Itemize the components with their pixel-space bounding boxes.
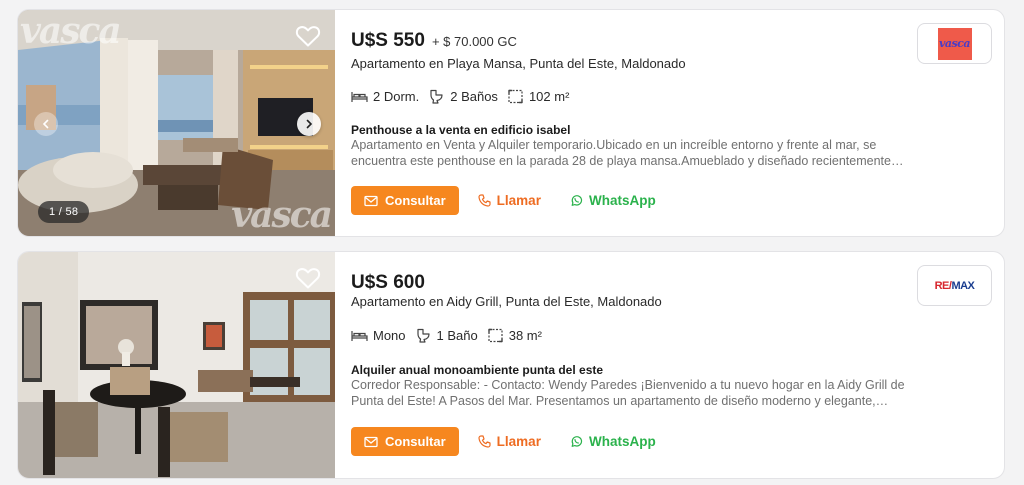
listing-card[interactable]: U$S 600 Apartamento en Aidy Grill, Punta… [17, 251, 1005, 479]
listing-photo[interactable] [18, 252, 335, 478]
whatsapp-button[interactable]: WhatsApp [570, 193, 656, 208]
heart-outline-icon[interactable] [295, 266, 321, 290]
consult-button[interactable]: Consultar [351, 427, 459, 456]
vasca-watermark: vasca [20, 10, 122, 52]
call-label: Llamar [496, 434, 541, 449]
vasca-logo-text: vasca [938, 37, 971, 50]
whatsapp-icon [571, 436, 583, 447]
remax-logo-part2: MAX [951, 279, 975, 292]
listing-photo[interactable]: vasca vasca 1 / 58 [18, 10, 335, 236]
listing-headline: Penthouse a la venta en edificio isabel [351, 123, 571, 137]
photo-counter: 1 / 58 [38, 201, 90, 223]
bed-icon [351, 92, 368, 102]
price-line: U$S 600 [351, 272, 425, 294]
consult-label: Consultar [385, 193, 446, 208]
dining-room-photo [18, 252, 335, 478]
listing-features: 2 Dorm. 2 Baños 102 m² [351, 89, 578, 104]
rooms-label: 2 Dorm. [373, 89, 420, 104]
whatsapp-label: WhatsApp [588, 193, 656, 208]
area-label: 102 m² [528, 89, 570, 104]
price: U$S 600 [351, 272, 425, 293]
vasca-logo: vasca [937, 27, 972, 60]
mail-icon [364, 195, 378, 206]
listing-description: Corredor Responsable: - Contacto: Wendy … [351, 378, 905, 408]
baths-label: 2 Baños [450, 89, 498, 104]
agency-logo[interactable]: RE/MAX [917, 265, 992, 306]
listing-address: Apartamento en Playa Mansa, Punta del Es… [351, 56, 686, 71]
chevron-right-icon[interactable] [297, 112, 321, 136]
common-expenses: + $ 70.000 GC [431, 34, 517, 49]
chevron-left-icon[interactable] [34, 112, 58, 136]
consult-label: Consultar [385, 434, 446, 449]
vasca-watermark: vasca [231, 194, 333, 236]
phone-icon [478, 435, 491, 448]
whatsapp-button[interactable]: WhatsApp [570, 434, 656, 449]
area-label: 38 m² [508, 328, 542, 343]
call-button[interactable]: Llamar [478, 434, 541, 449]
area-feature: 38 m² [487, 328, 542, 343]
whatsapp-icon [571, 195, 583, 206]
rooms-feature: 2 Dorm. [351, 89, 419, 104]
area-icon [488, 328, 503, 343]
toilet-icon [430, 89, 443, 104]
baths-feature: 1 Baño [415, 328, 478, 343]
call-label: Llamar [496, 193, 541, 208]
listing-address: Apartamento en Aidy Grill, Punta del Est… [351, 294, 662, 309]
rooms-label: Mono [373, 328, 406, 343]
listing-headline: Alquiler anual monoambiente punta del es… [351, 363, 604, 377]
price: U$S 550 [351, 30, 425, 51]
listing-description: Apartamento en Venta y Alquiler temporar… [351, 138, 904, 168]
baths-label: 1 Baño [436, 328, 478, 343]
mail-icon [364, 436, 378, 447]
call-button[interactable]: Llamar [478, 193, 541, 208]
rooms-feature: Mono [351, 328, 406, 343]
area-feature: 102 m² [507, 89, 569, 104]
price-line: U$S 550 + $ 70.000 GC [351, 30, 517, 52]
remax-logo-part1: RE/ [934, 279, 952, 292]
consult-button[interactable]: Consultar [351, 186, 459, 215]
listing-actions: Consultar Llamar WhatsApp [351, 186, 656, 215]
listing-card[interactable]: vasca vasca 1 / 58 U$S 550 + $ 70.000 GC… [17, 9, 1005, 237]
listing-info: U$S 600 Apartamento en Aidy Grill, Punta… [351, 252, 1004, 478]
agency-logo[interactable]: vasca [917, 23, 992, 64]
remax-logo: RE/MAX [935, 280, 975, 292]
area-icon [508, 89, 523, 104]
bed-icon [351, 331, 368, 341]
whatsapp-label: WhatsApp [588, 434, 656, 449]
heart-outline-icon[interactable] [295, 24, 321, 48]
phone-icon [478, 194, 491, 207]
listing-actions: Consultar Llamar WhatsApp [351, 427, 656, 456]
toilet-icon [416, 328, 430, 343]
listing-features: Mono 1 Baño 38 m² [351, 328, 551, 343]
listing-info: U$S 550 + $ 70.000 GC Apartamento en Pla… [351, 10, 1004, 236]
baths-feature: 2 Baños [428, 89, 498, 104]
